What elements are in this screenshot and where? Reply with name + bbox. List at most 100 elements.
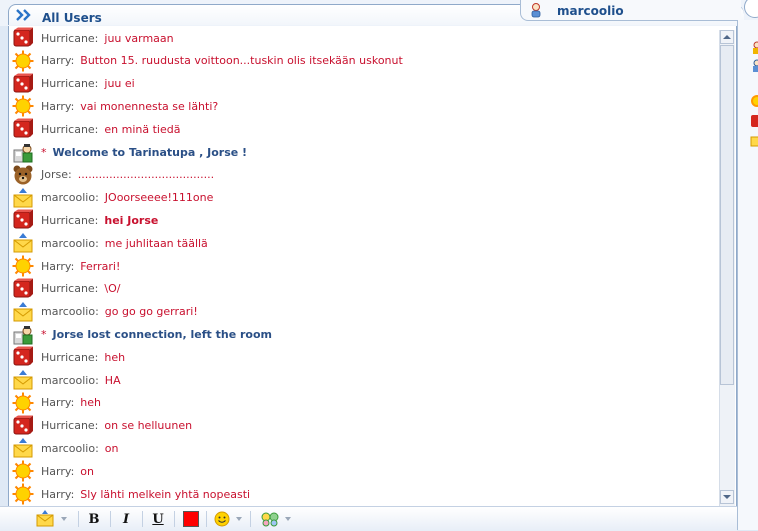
message-text: HA xyxy=(104,373,121,387)
chat-message: Hurricane: juu varmaan xyxy=(9,27,715,49)
italic-button[interactable]: I xyxy=(116,510,136,528)
sun-icon xyxy=(12,50,34,72)
message-toolbar: B I U xyxy=(0,506,737,531)
message-username[interactable]: Harry: xyxy=(41,465,74,478)
message-text: juu ei xyxy=(104,77,135,91)
chat-message: Hurricane: on se helluunen xyxy=(9,415,715,437)
dice-icon xyxy=(12,278,34,300)
scroll-down-button[interactable] xyxy=(720,490,734,504)
chevron-down-icon xyxy=(236,517,242,521)
chat-message: Hurricane: heh xyxy=(9,346,715,368)
system-message-text: Jorse lost connection, left the room xyxy=(52,327,273,341)
message-text: on se helluunen xyxy=(104,419,193,433)
message-text: en minä tiedä xyxy=(104,122,181,136)
message-text: Ferrari! xyxy=(80,259,121,273)
envelope-icon xyxy=(12,301,34,323)
chat-header: All Users marcoolio xyxy=(0,0,758,26)
sun-icon xyxy=(12,483,34,505)
status-menu-button[interactable] xyxy=(30,510,72,528)
message-username[interactable]: marcoolio: xyxy=(41,305,99,318)
chat-message: marcoolio: on xyxy=(9,437,715,459)
message-text: on xyxy=(80,464,94,478)
message-username[interactable]: Harry: xyxy=(41,54,74,67)
message-username[interactable]: marcoolio: xyxy=(41,374,99,387)
message-username[interactable]: Hurricane: xyxy=(41,282,98,295)
scroll-thumb[interactable] xyxy=(720,45,734,385)
chat-message: Hurricane: juu ei xyxy=(9,73,715,95)
bold-label: B xyxy=(88,511,100,527)
underline-label: U xyxy=(152,511,164,527)
message-text: me juhlitaan täällä xyxy=(104,236,208,250)
message-username[interactable]: Harry: xyxy=(41,488,74,501)
envelope-icon xyxy=(12,232,34,254)
chevron-down-icon xyxy=(285,517,291,521)
message-username[interactable]: Harry: xyxy=(41,100,74,113)
message-username[interactable]: Jorse: xyxy=(41,168,72,181)
message-username[interactable]: Harry: xyxy=(41,260,74,273)
sun-icon xyxy=(12,460,34,482)
smiley-icon xyxy=(214,511,230,527)
chat-message: Hurricane: hei Jorse xyxy=(9,209,715,231)
private-chat-username[interactable]: marcoolio xyxy=(557,4,624,18)
system-marker: * xyxy=(41,327,47,341)
chat-message: Harry: vai monennesta se lähti? xyxy=(9,95,715,117)
envelope-icon xyxy=(750,136,758,147)
user-icon xyxy=(753,59,758,72)
sun-icon xyxy=(751,95,758,107)
message-text: hei Jorse xyxy=(104,213,159,227)
emoticon-menu-button[interactable] xyxy=(210,510,246,528)
text-color-swatch xyxy=(183,511,199,527)
system-message-text: Welcome to Tarinatupa , Jorse ! xyxy=(52,145,248,159)
message-username[interactable]: marcoolio: xyxy=(41,191,99,204)
close-tab-button[interactable] xyxy=(744,0,758,18)
butterfly-icon xyxy=(261,512,279,527)
chat-message: Harry: Button 15. ruudusta voittoon...tus… xyxy=(9,50,715,72)
private-chat-tab[interactable]: marcoolio xyxy=(520,0,741,21)
message-username[interactable]: Hurricane: xyxy=(41,77,98,90)
message-username[interactable]: marcoolio: xyxy=(41,237,99,250)
dice-icon xyxy=(12,415,34,437)
message-list: Hurricane: juu varmaan Harry: Button 15. ru… xyxy=(9,26,719,506)
message-text: heh xyxy=(80,396,101,410)
dice-icon xyxy=(12,118,34,140)
chat-message: marcoolio: me juhlitaan täällä xyxy=(9,232,715,254)
chat-message: marcoolio: go go go gerrari! xyxy=(9,301,715,323)
message-username[interactable]: Hurricane: xyxy=(41,123,98,136)
text-color-button[interactable] xyxy=(178,510,204,528)
message-username[interactable]: Harry: xyxy=(41,396,74,409)
message-text: Button 15. ruudusta voittoon...tuskin ol… xyxy=(80,54,403,68)
scrollbar[interactable] xyxy=(719,30,735,506)
system-message: * Jorse lost connection, left the room xyxy=(9,323,715,345)
user-icon xyxy=(531,3,541,18)
message-text: juu varmaan xyxy=(104,31,174,45)
sun-icon xyxy=(12,392,34,414)
dice-icon xyxy=(12,27,34,49)
double-chevron-icon xyxy=(16,9,31,21)
underline-button[interactable]: U xyxy=(148,510,168,528)
envelope-icon xyxy=(12,437,34,459)
sun-icon xyxy=(12,95,34,117)
message-username[interactable]: Hurricane: xyxy=(41,32,98,45)
message-text: go go go gerrari! xyxy=(104,305,198,319)
message-username[interactable]: Hurricane: xyxy=(41,419,98,432)
system-icon xyxy=(12,141,34,163)
chat-message: marcoolio: HA xyxy=(9,369,715,391)
bold-button[interactable]: B xyxy=(84,510,104,528)
system-message: * Welcome to Tarinatupa , Jorse ! xyxy=(9,141,715,163)
user-icon xyxy=(753,41,758,54)
chat-message: Harry: heh xyxy=(9,392,715,414)
scroll-up-button[interactable] xyxy=(720,30,734,44)
sun-icon xyxy=(12,255,34,277)
chat-message: Hurricane: en minä tiedä xyxy=(9,118,715,140)
chat-message: Harry: Sly lähti melkein yhtä nopeasti xyxy=(9,483,715,505)
system-icon xyxy=(12,323,34,345)
dice-icon xyxy=(751,115,758,127)
all-users-label[interactable]: All Users xyxy=(42,11,102,25)
message-text: Sly lähti melkein yhtä nopeasti xyxy=(80,487,251,501)
message-username[interactable]: Hurricane: xyxy=(41,351,98,364)
effects-menu-button[interactable] xyxy=(256,510,296,528)
message-username[interactable]: Hurricane: xyxy=(41,214,98,227)
chat-message: Harry: Ferrari! xyxy=(9,255,715,277)
message-username[interactable]: marcoolio: xyxy=(41,442,99,455)
chat-message: Jorse:..................................… xyxy=(9,164,715,186)
